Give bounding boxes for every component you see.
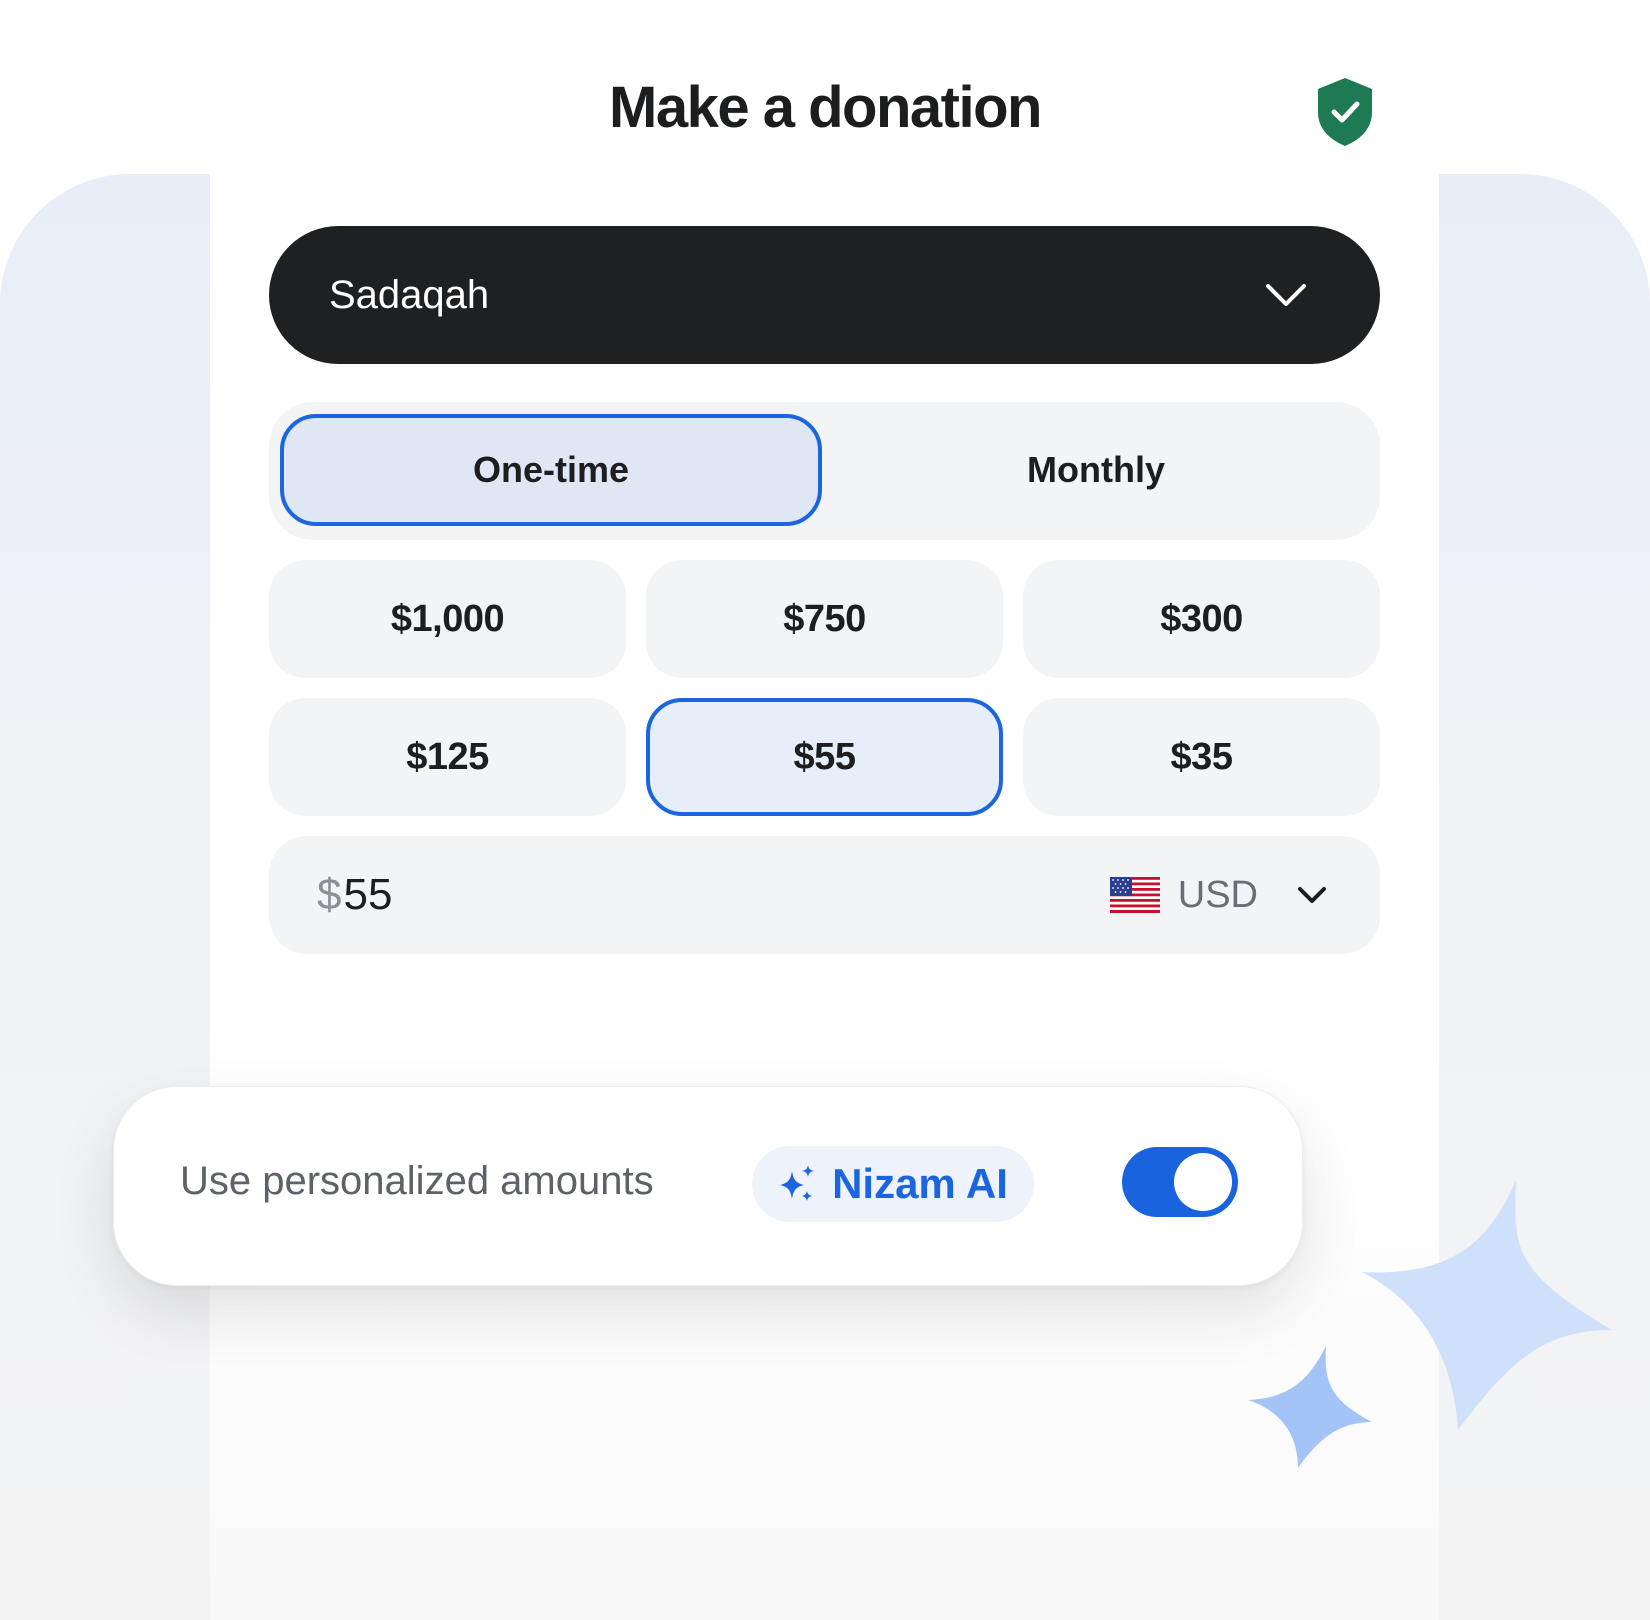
currency-code: USD bbox=[1177, 873, 1258, 916]
sparkle-icon bbox=[1248, 1346, 1372, 1468]
shield-check-icon bbox=[1318, 78, 1372, 146]
amount-option-35[interactable]: $35 bbox=[1023, 698, 1380, 816]
amount-option-55[interactable]: $55 bbox=[646, 698, 1003, 816]
us-flag-icon bbox=[1109, 877, 1160, 913]
amount-option-750[interactable]: $750 bbox=[646, 560, 1003, 678]
currency-symbol: $ bbox=[317, 870, 342, 919]
frequency-monthly[interactable]: Monthly bbox=[825, 414, 1367, 526]
frequency-toggle: One-time Monthly bbox=[269, 402, 1380, 540]
fund-select[interactable]: Sadaqah bbox=[269, 226, 1380, 364]
frequency-one-time[interactable]: One-time bbox=[280, 414, 822, 526]
page-title: Make a donation bbox=[609, 75, 1042, 140]
personalized-amounts-label: Use personalized amounts bbox=[180, 1159, 654, 1203]
currency-select[interactable]: USD bbox=[1109, 864, 1328, 926]
amount-option-125[interactable]: $125 bbox=[269, 698, 626, 816]
sparkle-icon bbox=[1362, 1180, 1612, 1430]
chevron-down-icon bbox=[1298, 887, 1326, 903]
chevron-down-icon bbox=[1266, 284, 1306, 306]
amount-option-300[interactable]: $300 bbox=[1023, 560, 1380, 678]
custom-amount-input[interactable]: $ 55 bbox=[317, 864, 817, 926]
custom-amount-field: $ 55 USD bbox=[269, 836, 1380, 954]
amount-option-1000[interactable]: $1,000 bbox=[269, 560, 626, 678]
nizam-ai-label: Nizam AI bbox=[832, 1160, 1008, 1207]
personalized-amounts-toggle[interactable] bbox=[1122, 1147, 1238, 1217]
personalized-amounts-card: Use personalized amounts Nizam AI bbox=[113, 1086, 1303, 1286]
custom-amount-value: 55 bbox=[343, 870, 393, 919]
toggle-knob bbox=[1174, 1153, 1232, 1211]
sparkle-icon bbox=[780, 1165, 815, 1201]
fund-select-value: Sadaqah bbox=[329, 272, 490, 317]
nizam-ai-badge: Nizam AI bbox=[752, 1146, 1034, 1222]
